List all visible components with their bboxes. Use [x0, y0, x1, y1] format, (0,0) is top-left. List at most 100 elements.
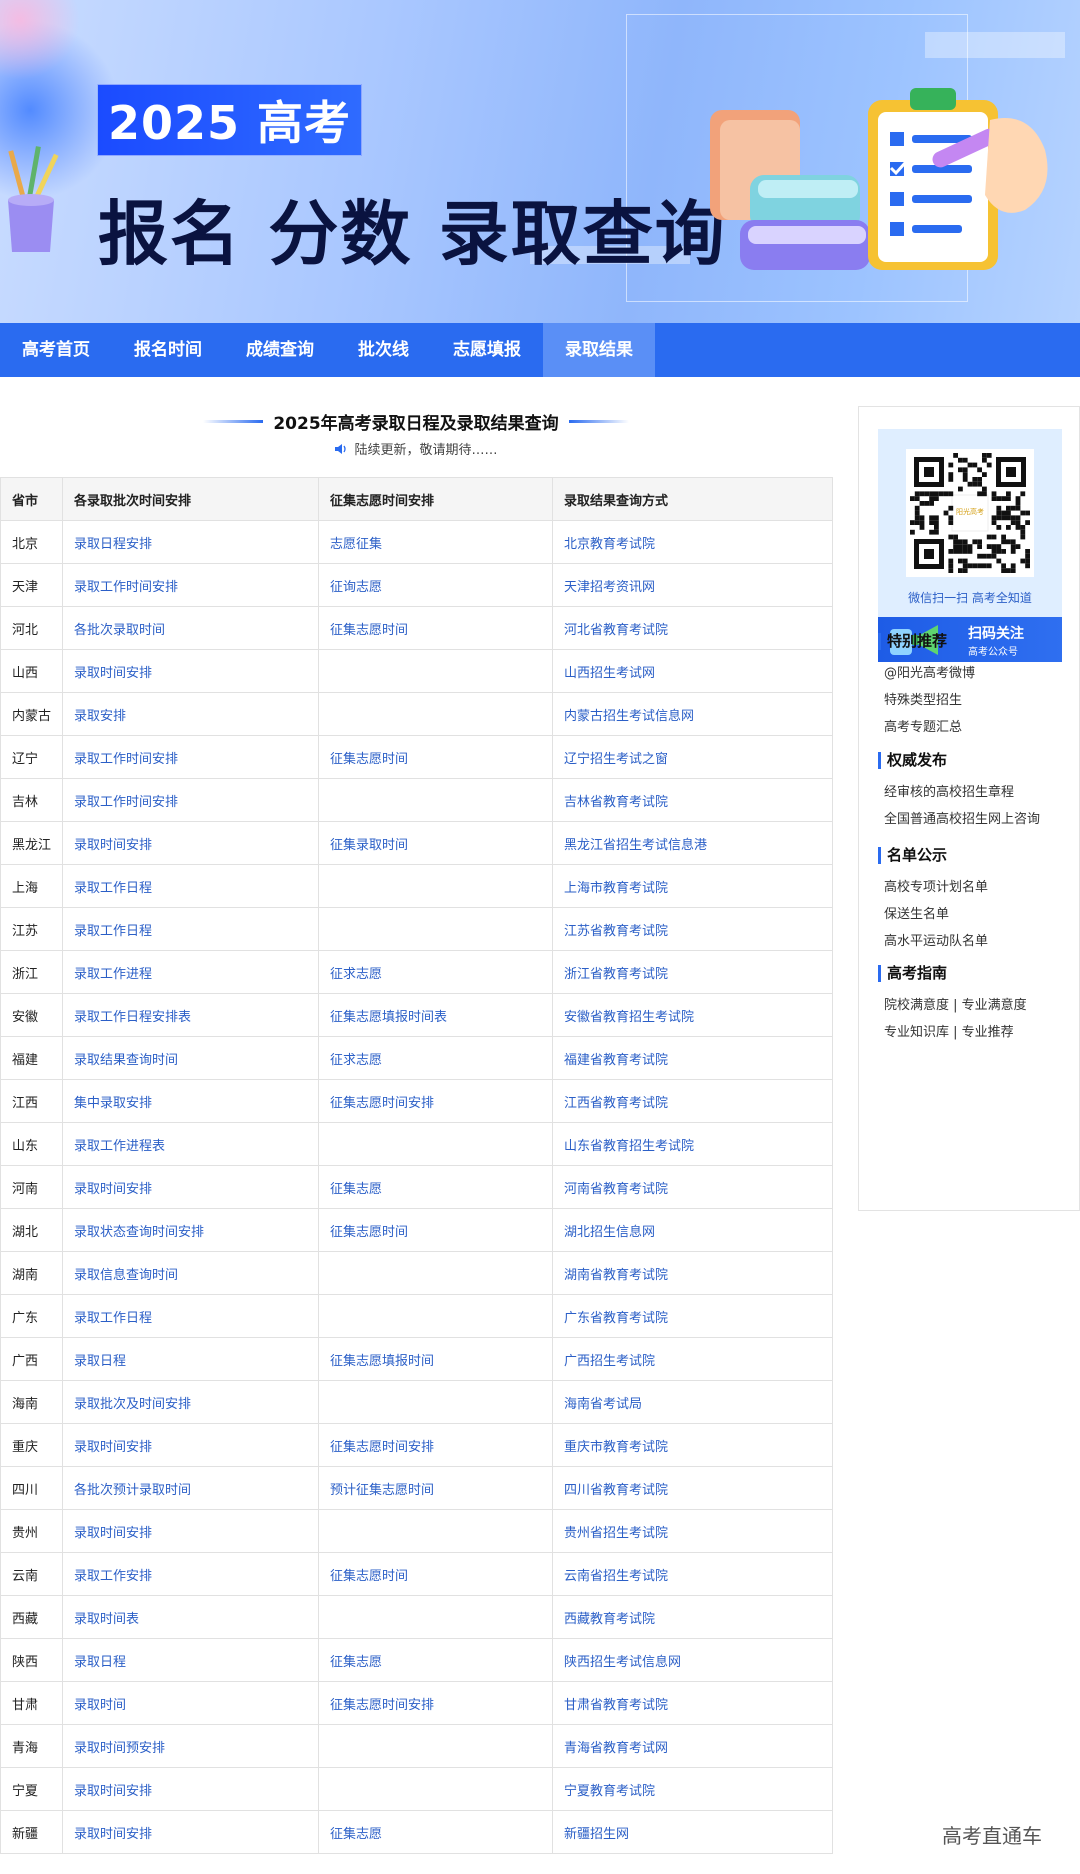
- result-query-link[interactable]: 山西招生考试网: [564, 666, 655, 681]
- batch-schedule-link[interactable]: 录取时间安排: [74, 666, 152, 681]
- batch-schedule-link[interactable]: 录取状态查询时间安排: [74, 1225, 204, 1240]
- supplementary-schedule-link[interactable]: 征集志愿时间安排: [330, 1440, 434, 1455]
- batch-schedule-link[interactable]: 录取工作安排: [74, 1569, 152, 1584]
- result-query-link[interactable]: 江西省教育考试院: [564, 1096, 668, 1111]
- batch-schedule-link[interactable]: 录取工作日程: [74, 924, 152, 939]
- result-query-link[interactable]: 河北省教育考试院: [564, 623, 668, 638]
- result-query-link[interactable]: 西藏教育考试院: [564, 1612, 655, 1627]
- batch-schedule-link[interactable]: 录取安排: [74, 709, 126, 724]
- batch-schedule-link[interactable]: 录取日程: [74, 1655, 126, 1670]
- batch-schedule-link[interactable]: 录取时间安排: [74, 838, 152, 853]
- result-query-link[interactable]: 四川省教育考试院: [564, 1483, 668, 1498]
- batch-schedule-link[interactable]: 录取工作进程: [74, 967, 152, 982]
- result-query-link[interactable]: 上海市教育考试院: [564, 881, 668, 896]
- supplementary-schedule-link[interactable]: 征集志愿: [330, 1182, 382, 1197]
- batch-schedule-link[interactable]: 录取工作日程安排表: [74, 1010, 191, 1025]
- sidebar-link[interactable]: 高考专题汇总: [878, 714, 1068, 741]
- batch-schedule-link[interactable]: 录取时间预安排: [74, 1741, 165, 1756]
- sidebar-link[interactable]: 高水平运动队名单: [878, 928, 1068, 955]
- sidebar-link[interactable]: @阳光高考微博: [878, 660, 1068, 687]
- supplementary-schedule-link[interactable]: 征集志愿填报时间表: [330, 1010, 447, 1025]
- batch-schedule-link[interactable]: 录取工作日程: [74, 881, 152, 896]
- result-query-link[interactable]: 广东省教育考试院: [564, 1311, 668, 1326]
- result-query-link[interactable]: 北京教育考试院: [564, 537, 655, 552]
- batch-schedule-link[interactable]: 录取时间表: [74, 1612, 139, 1627]
- province-cell: 四川: [0, 1466, 63, 1510]
- result-query-link[interactable]: 陕西招生考试信息网: [564, 1655, 681, 1670]
- table-cell: [318, 1122, 553, 1166]
- nav-item[interactable]: 志愿填报: [431, 323, 543, 377]
- batch-schedule-link[interactable]: 录取日程: [74, 1354, 126, 1369]
- batch-schedule-link[interactable]: 录取时间安排: [74, 1526, 152, 1541]
- batch-schedule-link[interactable]: 录取日程安排: [74, 537, 152, 552]
- batch-schedule-link[interactable]: 录取工作时间安排: [74, 795, 178, 810]
- result-query-link[interactable]: 青海省教育考试网: [564, 1741, 668, 1756]
- batch-schedule-link[interactable]: 录取时间安排: [74, 1440, 152, 1455]
- supplementary-schedule-link[interactable]: 征集志愿填报时间: [330, 1354, 434, 1369]
- supplementary-schedule-link[interactable]: 征集志愿时间: [330, 623, 408, 638]
- batch-schedule-link[interactable]: 录取工作时间安排: [74, 580, 178, 595]
- result-query-link[interactable]: 江苏省教育考试院: [564, 924, 668, 939]
- batch-schedule-link[interactable]: 录取信息查询时间: [74, 1268, 178, 1283]
- result-query-link[interactable]: 安徽省教育招生考试院: [564, 1010, 694, 1025]
- result-query-link[interactable]: 湖南省教育考试院: [564, 1268, 668, 1283]
- nav-item[interactable]: 成绩查询: [224, 323, 336, 377]
- batch-schedule-link[interactable]: 录取工作进程表: [74, 1139, 165, 1154]
- supplementary-schedule-link[interactable]: 志愿征集: [330, 537, 382, 552]
- nav-item[interactable]: 报名时间: [112, 323, 224, 377]
- result-query-link[interactable]: 云南省招生考试院: [564, 1569, 668, 1584]
- batch-schedule-link[interactable]: 各批次预计录取时间: [74, 1483, 191, 1498]
- batch-schedule-link[interactable]: 录取工作时间安排: [74, 752, 178, 767]
- result-query-link[interactable]: 辽宁招生考试之窗: [564, 752, 668, 767]
- result-query-link[interactable]: 湖北招生信息网: [564, 1225, 655, 1240]
- supplementary-schedule-link[interactable]: 征集志愿时间: [330, 1569, 408, 1584]
- supplementary-schedule-link[interactable]: 征集录取时间: [330, 838, 408, 853]
- result-query-link[interactable]: 宁夏教育考试院: [564, 1784, 655, 1799]
- speaker-icon: [335, 444, 347, 454]
- nav-item[interactable]: 录取结果: [543, 323, 655, 377]
- result-query-link[interactable]: 新疆招生网: [564, 1827, 629, 1842]
- supplementary-schedule-link[interactable]: 征询志愿: [330, 580, 382, 595]
- supplementary-schedule-link[interactable]: 征集志愿时间安排: [330, 1698, 434, 1713]
- table-cell: 录取工作时间安排: [62, 778, 319, 822]
- supplementary-schedule-link[interactable]: 征集志愿时间: [330, 1225, 408, 1240]
- sidebar-link[interactable]: 经审核的高校招生章程: [878, 779, 1068, 806]
- supplementary-schedule-link[interactable]: 征集志愿: [330, 1655, 382, 1670]
- result-query-link[interactable]: 山东省教育招生考试院: [564, 1139, 694, 1154]
- sidebar-link[interactable]: 专业知识库 | 专业推荐: [878, 1019, 1068, 1046]
- sidebar-link[interactable]: 高校专项计划名单: [878, 874, 1068, 901]
- batch-schedule-link[interactable]: 录取时间安排: [74, 1784, 152, 1799]
- sidebar-link[interactable]: 特殊类型招生: [878, 687, 1068, 714]
- result-query-link[interactable]: 黑龙江省招生考试信息港: [564, 838, 707, 853]
- batch-schedule-link[interactable]: 录取时间: [74, 1698, 126, 1713]
- nav-item[interactable]: 批次线: [336, 323, 431, 377]
- supplementary-schedule-link[interactable]: 征集志愿: [330, 1827, 382, 1842]
- batch-schedule-link[interactable]: 集中录取安排: [74, 1096, 152, 1111]
- supplementary-schedule-link[interactable]: 征求志愿: [330, 1053, 382, 1068]
- nav-item[interactable]: 高考首页: [0, 323, 112, 377]
- result-query-link[interactable]: 重庆市教育考试院: [564, 1440, 668, 1455]
- supplementary-schedule-link[interactable]: 征求志愿: [330, 967, 382, 982]
- sidebar-link[interactable]: 院校满意度 | 专业满意度: [878, 992, 1068, 1019]
- result-query-link[interactable]: 河南省教育考试院: [564, 1182, 668, 1197]
- sidebar-link[interactable]: 全国普通高校招生网上咨询: [878, 806, 1068, 833]
- batch-schedule-link[interactable]: 录取时间安排: [74, 1182, 152, 1197]
- result-query-link[interactable]: 甘肃省教育考试院: [564, 1698, 668, 1713]
- supplementary-schedule-link[interactable]: 征集志愿时间: [330, 752, 408, 767]
- batch-schedule-link[interactable]: 录取批次及时间安排: [74, 1397, 191, 1412]
- batch-schedule-link[interactable]: 录取时间安排: [74, 1827, 152, 1842]
- result-query-link[interactable]: 浙江省教育考试院: [564, 967, 668, 982]
- supplementary-schedule-link[interactable]: 预计征集志愿时间: [330, 1483, 434, 1498]
- result-query-link[interactable]: 吉林省教育考试院: [564, 795, 668, 810]
- batch-schedule-link[interactable]: 录取结果查询时间: [74, 1053, 178, 1068]
- result-query-link[interactable]: 贵州省招生考试院: [564, 1526, 668, 1541]
- result-query-link[interactable]: 天津招考资讯网: [564, 580, 655, 595]
- sidebar-link[interactable]: 保送生名单: [878, 901, 1068, 928]
- batch-schedule-link[interactable]: 各批次录取时间: [74, 623, 165, 638]
- result-query-link[interactable]: 内蒙古招生考试信息网: [564, 709, 694, 724]
- result-query-link[interactable]: 广西招生考试院: [564, 1354, 655, 1369]
- result-query-link[interactable]: 海南省考试局: [564, 1397, 642, 1412]
- result-query-link[interactable]: 福建省教育考试院: [564, 1053, 668, 1068]
- batch-schedule-link[interactable]: 录取工作日程: [74, 1311, 152, 1326]
- supplementary-schedule-link[interactable]: 征集志愿时间安排: [330, 1096, 434, 1111]
